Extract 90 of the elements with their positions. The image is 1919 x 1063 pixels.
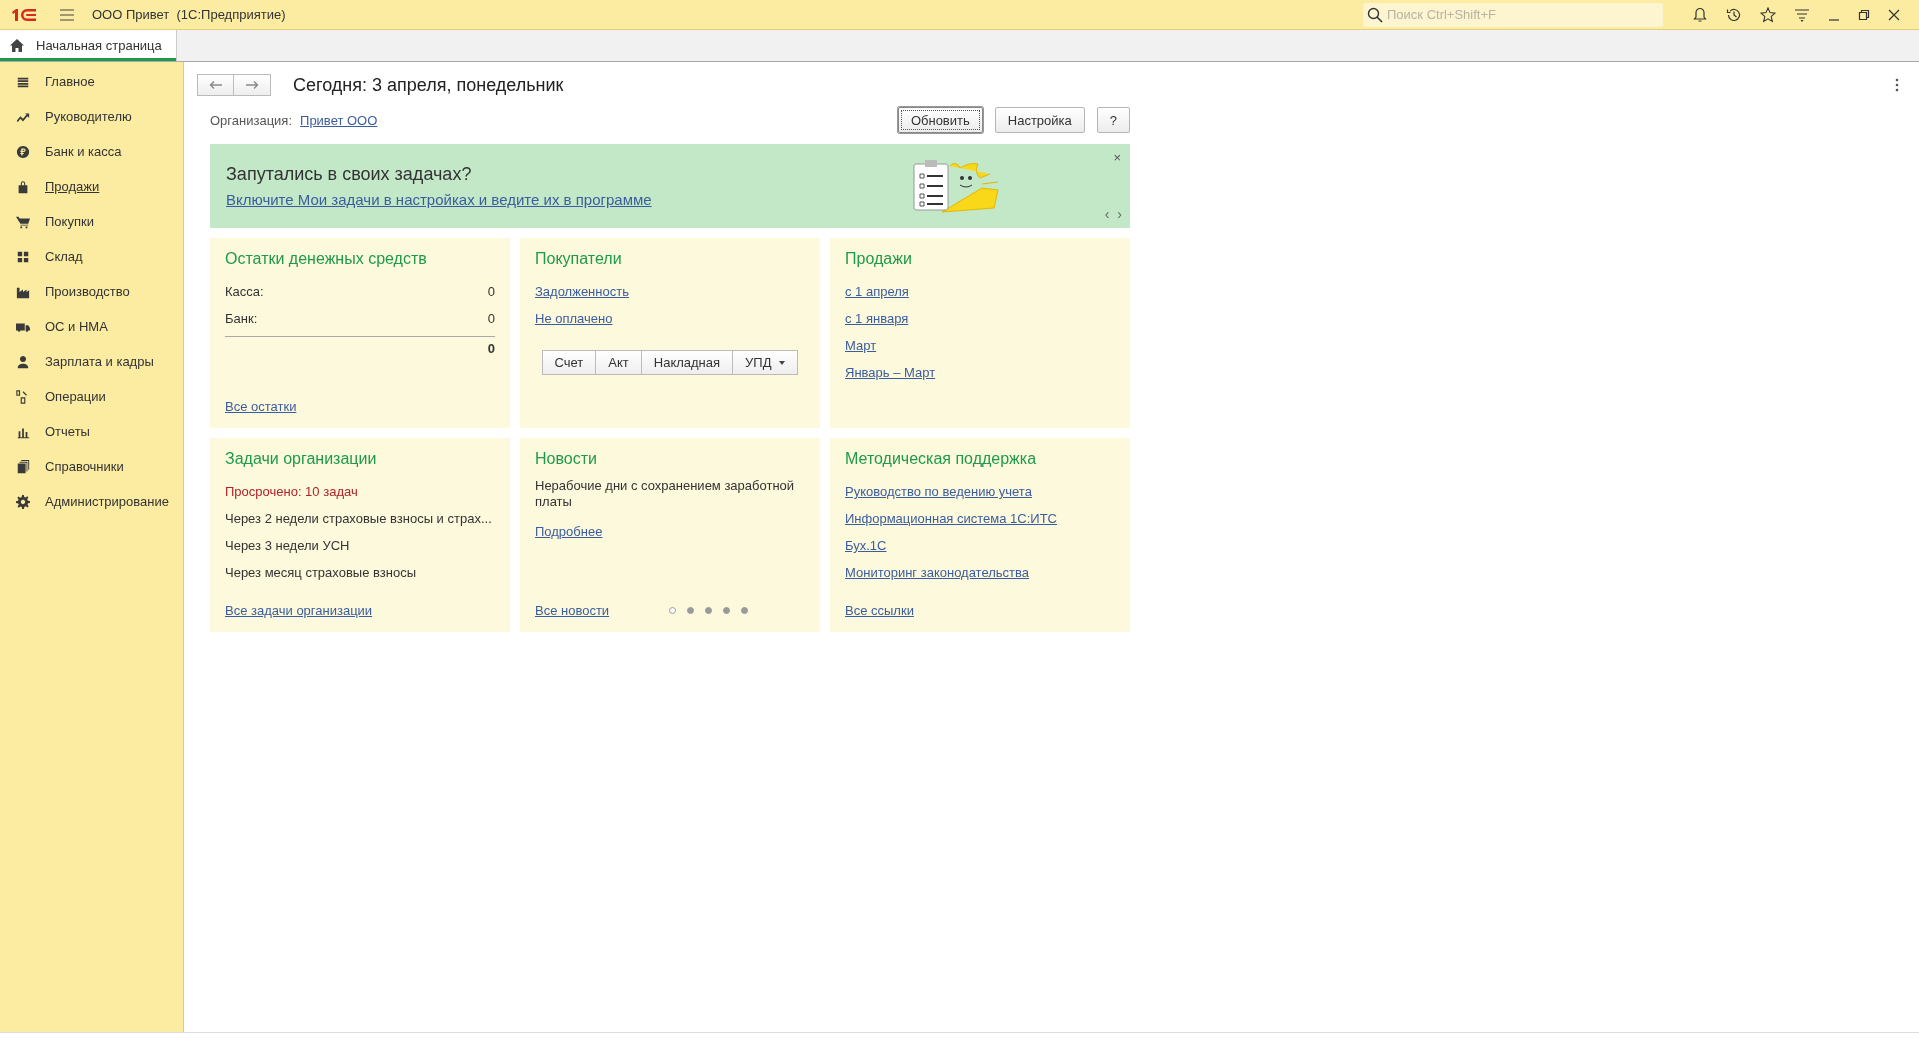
bell-icon[interactable]: [1692, 6, 1708, 23]
arrow-left-icon: [208, 80, 223, 90]
sidebar-item[interactable]: Производство: [0, 274, 183, 309]
task-text: Через 2 недели страховые взносы и страх...: [225, 510, 492, 528]
filter-icon[interactable]: [1794, 6, 1810, 23]
cart-icon: [16, 214, 30, 229]
card-title: Задачи организации: [225, 450, 377, 468]
card-title: Методическая поддержка: [845, 450, 1037, 468]
card-title: Новости: [535, 450, 597, 468]
sales-period-link[interactable]: Март: [845, 332, 877, 359]
sales-period-link[interactable]: с 1 января: [845, 305, 909, 332]
history-icon[interactable]: [1726, 6, 1742, 23]
all-news-link[interactable]: Все новости: [535, 603, 610, 618]
all-tasks-link[interactable]: Все задачи организации: [225, 603, 373, 618]
sidebar-item[interactable]: Справочники: [0, 449, 183, 484]
all-links-link[interactable]: Все ссылки: [845, 603, 914, 618]
search-field[interactable]: Поиск Ctrl+Shift+F: [1363, 2, 1663, 27]
document-button[interactable]: Счет: [541, 350, 597, 375]
forward-button[interactable]: [234, 74, 271, 96]
star-icon[interactable]: [1760, 6, 1776, 23]
balance-total: 0: [487, 341, 495, 356]
sidebar-item[interactable]: Операции: [0, 379, 183, 414]
support-link[interactable]: Бух.1С: [845, 532, 887, 559]
balance-value: 0: [487, 311, 495, 326]
sidebar-item[interactable]: Продажи: [0, 169, 183, 204]
task-text: Через 3 недели УСН: [225, 537, 350, 555]
page-dot[interactable]: [669, 607, 677, 614]
more-icon[interactable]: [1895, 78, 1899, 92]
ruble-icon: [16, 144, 30, 159]
page-dot[interactable]: [741, 607, 749, 614]
gear-icon: [16, 494, 30, 509]
balance-label: Банк:: [225, 311, 258, 326]
help-button[interactable]: ?: [1096, 107, 1130, 133]
sidebar-item[interactable]: Главное: [0, 64, 183, 99]
settings-button[interactable]: Настройка: [994, 107, 1085, 133]
search-icon: [1367, 6, 1383, 23]
sidebar-item[interactable]: ОС и НМА: [0, 309, 183, 344]
bag-icon: [16, 179, 30, 194]
grid-icon: [16, 249, 30, 264]
balance-label: Касса:: [225, 284, 264, 299]
page-dot[interactable]: [687, 607, 695, 614]
news-text: Нерабочие дни с сохранением заработной платы: [535, 478, 796, 510]
home-icon: [10, 39, 24, 52]
banner-title: Запутались в своих задачах?: [226, 164, 473, 185]
document-button[interactable]: УПД: [733, 350, 799, 375]
organization-label: Организация:: [210, 112, 293, 128]
customers-link[interactable]: Задолженность: [535, 278, 629, 305]
sales-period-link[interactable]: с 1 апреля: [845, 278, 909, 305]
support-link[interactable]: Мониторинг законодательства: [845, 559, 1030, 586]
previous-button[interactable]: ‹: [1104, 206, 1110, 222]
support-link[interactable]: Информационная система 1С:ИТС: [845, 505, 1057, 532]
read-more-link[interactable]: Подробнее: [535, 524, 603, 539]
sidebar-item[interactable]: Отчеты: [0, 414, 183, 449]
banner-link[interactable]: Включите Мои задачи в настройках и ведите их в программе: [226, 191, 912, 208]
menu-icon[interactable]: [60, 8, 74, 21]
books-icon: [16, 459, 30, 474]
document-button[interactable]: Акт: [596, 350, 642, 375]
close-icon[interactable]: [1888, 8, 1900, 21]
sidebar-item[interactable]: Зарплата и кадры: [0, 344, 183, 379]
document-button[interactable]: Накладная: [641, 350, 734, 375]
sidebar-item[interactable]: Склад: [0, 239, 183, 274]
page-title: Сегодня: 3 апреля, понедельник: [293, 74, 564, 96]
logo-icon: [10, 6, 38, 23]
support-link[interactable]: Руководство по ведению учета: [845, 478, 1032, 505]
sidebar-item[interactable]: Банк и касса: [0, 134, 183, 169]
sidebar-item[interactable]: Руководителю: [0, 99, 183, 134]
organization-link[interactable]: Привет ООО: [300, 112, 378, 128]
card-title: Остатки денежных средств: [225, 250, 427, 268]
sidebar-item[interactable]: Администрирование: [0, 484, 183, 519]
balance-value: 0: [487, 284, 495, 299]
page-dot[interactable]: [705, 607, 713, 614]
person-icon: [16, 354, 30, 369]
sales-period-link[interactable]: Январь – Март: [845, 359, 936, 386]
customers-link[interactable]: Не оплачено: [535, 305, 613, 332]
window-title: ООО Привет (1С:Предприятие): [92, 7, 286, 22]
caret-icon: [779, 360, 786, 365]
sidebar-item[interactable]: Покупки: [0, 204, 183, 239]
next-button[interactable]: ›: [1117, 206, 1122, 222]
back-button[interactable]: [197, 74, 234, 96]
home-tab[interactable]: Начальная страница: [0, 30, 177, 61]
restore-icon[interactable]: [1858, 8, 1870, 21]
card-title: Покупатели: [535, 250, 622, 268]
page-dot[interactable]: [723, 607, 731, 614]
task-text: Через месяц страховые взносы: [225, 564, 416, 582]
refresh-button[interactable]: Обновить: [897, 107, 983, 133]
arrow-right-icon: [245, 80, 259, 90]
all-balances-link[interactable]: Все остатки: [225, 399, 297, 414]
card-title: Продажи: [845, 250, 912, 268]
overdue-text: Просрочено: 10 задач: [225, 483, 358, 501]
close-button[interactable]: ×: [1113, 150, 1121, 165]
